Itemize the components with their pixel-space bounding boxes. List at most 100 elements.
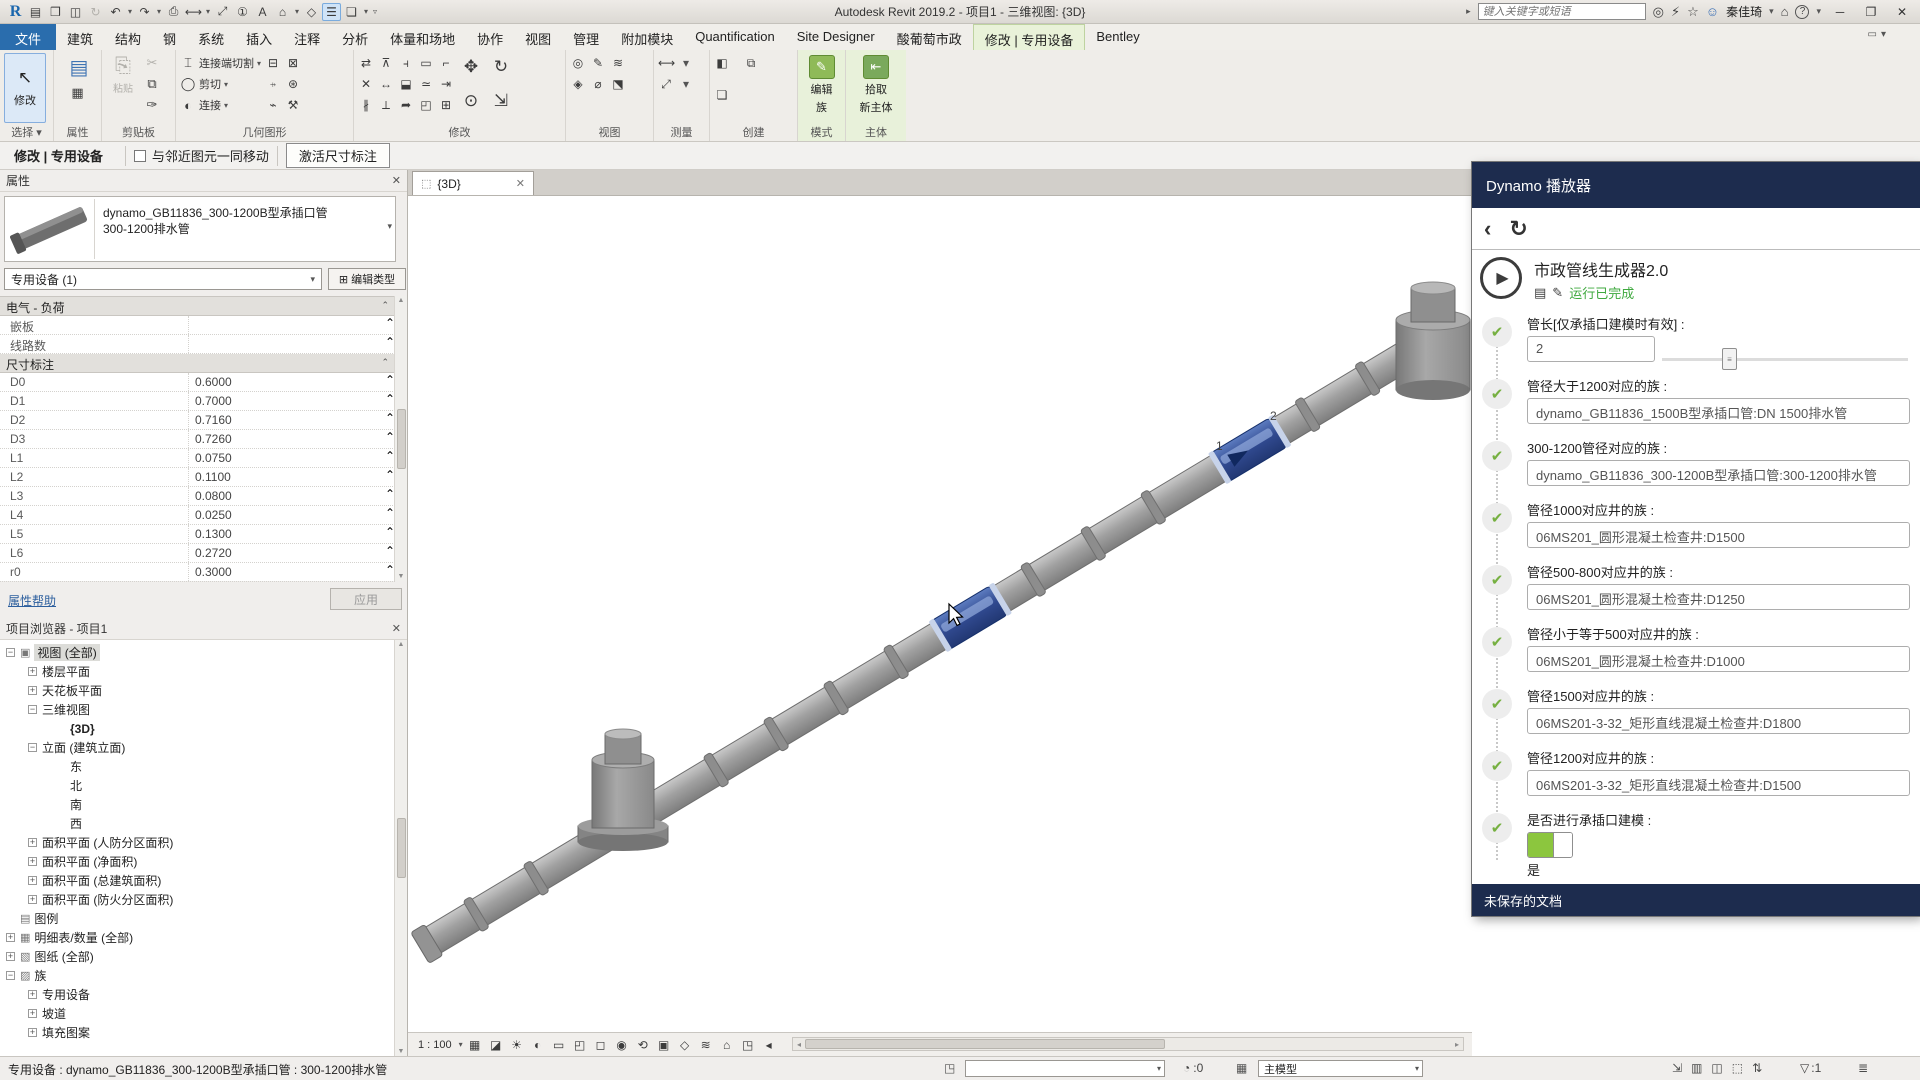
play-script-button[interactable]: ▶: [1480, 257, 1522, 299]
move-icon[interactable]: ✥: [459, 57, 483, 87]
minimize-button[interactable]: ─: [1828, 5, 1852, 19]
cut-icon[interactable]: ✂: [144, 55, 160, 71]
hscroll-left-icon[interactable]: ◂: [793, 1040, 805, 1049]
dim-caret-icon[interactable]: ▾: [678, 77, 694, 94]
parameter-value[interactable]: 0.7160: [189, 411, 385, 429]
tree-item[interactable]: − ▣ 视图 (全部): [0, 643, 395, 662]
user-icon[interactable]: ☺: [1706, 4, 1719, 19]
tree-expand-icon[interactable]: +: [28, 895, 37, 904]
manhole-upper[interactable]: [1396, 282, 1470, 400]
previous-pan-icon[interactable]: ◂: [760, 1036, 778, 1054]
type-selector-caret-icon[interactable]: ▾: [387, 221, 392, 232]
parameter-value[interactable]: 0.2720: [189, 544, 385, 562]
design-options-select[interactable]: 主模型 ▾: [1258, 1060, 1423, 1077]
tree-item[interactable]: + 面积平面 (净面积): [0, 852, 395, 871]
manhole-lower[interactable]: [578, 729, 668, 851]
pin-icon[interactable]: ⬓: [398, 77, 414, 94]
selected-pipe-segment-1[interactable]: [928, 582, 1012, 652]
offset-icon[interactable]: ⊼: [378, 56, 394, 73]
tree-expand-icon[interactable]: +: [28, 667, 37, 676]
ribbon-tab[interactable]: 注释: [283, 24, 331, 50]
mirror-axis-icon[interactable]: ⫞: [398, 56, 414, 73]
thin-lines-icon[interactable]: ☰: [322, 3, 341, 21]
tree-expand-icon[interactable]: +: [28, 686, 37, 695]
tree-expand-icon[interactable]: +: [6, 933, 15, 942]
properties-help-link[interactable]: 属性帮助: [8, 592, 56, 609]
beam-icon[interactable]: ⍆: [265, 77, 281, 94]
restore-button[interactable]: ❐: [1859, 5, 1883, 19]
displacement-icon[interactable]: ⌂: [718, 1036, 736, 1054]
editing-requests[interactable]: ◔ :0: [1183, 1061, 1203, 1075]
refresh-icon[interactable]: ↻: [1509, 219, 1527, 239]
dynamo-input-field[interactable]: 06MS201_圆形混凝土检查井:D1250: [1527, 584, 1910, 610]
tree-item[interactable]: − 立面 (建筑立面): [0, 738, 395, 757]
tree-item[interactable]: 西: [0, 814, 395, 833]
split-face-icon[interactable]: ⌁: [265, 98, 281, 115]
crop-region-icon[interactable]: ◰: [571, 1036, 589, 1054]
favorites-icon[interactable]: ☆: [1687, 4, 1699, 20]
create-similar-icon[interactable]: ⧉: [743, 56, 759, 84]
copy-move-icon[interactable]: ⊙: [459, 91, 483, 121]
tree-expand-icon[interactable]: +: [28, 838, 37, 847]
trim-corner-icon[interactable]: ⇲: [489, 91, 513, 121]
paint-icon[interactable]: ➦: [398, 98, 414, 115]
ribbon-tab[interactable]: 插入: [235, 24, 283, 50]
search-icon[interactable]: ◎: [1653, 4, 1664, 20]
scale-control[interactable]: 1 : 100: [414, 1039, 456, 1051]
pick-new-host-button[interactable]: ⇤ 拾取 新主体: [850, 53, 902, 126]
delete-icon[interactable]: ✕: [358, 77, 374, 94]
temp-view-properties-icon[interactable]: ▣: [655, 1036, 673, 1054]
unjoin-icon[interactable]: ⊛: [285, 77, 301, 94]
tree-item[interactable]: {3D}: [0, 719, 395, 738]
copy-icon[interactable]: ⧉: [144, 76, 160, 92]
ribbon-tab[interactable]: Site Designer: [786, 24, 886, 50]
tree-item[interactable]: + 专用设备: [0, 985, 395, 1004]
select-links-icon[interactable]: ⇲: [1672, 1061, 1682, 1075]
hscroll-thumb[interactable]: [805, 1039, 1165, 1049]
tree-item[interactable]: + 面积平面 (防火分区面积): [0, 890, 395, 909]
visual-style-icon[interactable]: ◪: [487, 1036, 505, 1054]
move-with-nearby-checkbox[interactable]: [134, 150, 146, 162]
tree-expand-icon[interactable]: −: [6, 971, 15, 980]
lock-3d-icon[interactable]: ◻: [592, 1036, 610, 1054]
close-button[interactable]: ✕: [1890, 5, 1914, 19]
split-icon[interactable]: ⌐: [438, 56, 454, 73]
tree-item[interactable]: ▤ 图例: [0, 909, 395, 928]
ribbon-tab[interactable]: 钢: [152, 24, 187, 50]
design-options-icon[interactable]: ▦: [1236, 1061, 1247, 1075]
parameter-value[interactable]: [189, 316, 385, 334]
tree-expand-icon[interactable]: +: [28, 1028, 37, 1037]
ribbon-tab[interactable]: 酸葡萄市政: [886, 24, 973, 50]
cope-icon[interactable]: ⊟: [265, 56, 281, 73]
redo-icon[interactable]: ↷: [135, 3, 154, 21]
properties-palette-icon[interactable]: ▤: [70, 55, 86, 80]
extend-icon[interactable]: ▭: [418, 56, 434, 73]
dynamo-input-field[interactable]: 2: [1527, 336, 1655, 362]
trim-icon[interactable]: ⇥: [438, 77, 454, 94]
parameter-value[interactable]: 0.0800: [189, 487, 385, 505]
crop-view-icon[interactable]: ▭: [550, 1036, 568, 1054]
temp-hide-isolate-icon[interactable]: ◉: [613, 1036, 631, 1054]
horizontal-scrollbar[interactable]: ◂ ▸: [792, 1037, 1464, 1051]
project-browser-close-icon[interactable]: ✕: [392, 622, 401, 635]
worksharing-display-icon[interactable]: ◳: [739, 1036, 757, 1054]
ribbon-tab[interactable]: 视图: [514, 24, 562, 50]
search-input[interactable]: [1478, 3, 1646, 20]
ribbon-tab[interactable]: 体量和场地: [379, 24, 466, 50]
dynamo-input-field[interactable]: 06MS201_圆形混凝土检查井:D1000: [1527, 646, 1910, 672]
parameter-value[interactable]: 0.6000: [189, 373, 385, 391]
default-3d-view-icon[interactable]: ⌂: [273, 3, 292, 21]
reveal-hidden-icon[interactable]: ⟲: [634, 1036, 652, 1054]
dynamo-input-field[interactable]: 06MS201-3-32_矩形直线混凝土检查井:D1800: [1527, 708, 1910, 734]
apply-button[interactable]: 应用: [330, 588, 402, 610]
browser-scrollbar[interactable]: ▲▼: [394, 640, 407, 1056]
ribbon-minimize-control[interactable]: ▭ ▾: [1868, 29, 1886, 40]
measure-icon[interactable]: ⟷: [184, 3, 203, 21]
3d-caret-icon[interactable]: ▾: [293, 3, 301, 21]
properties-close-icon[interactable]: ✕: [392, 174, 401, 187]
tree-expand-icon[interactable]: −: [6, 648, 15, 657]
tree-expand-icon[interactable]: +: [28, 990, 37, 999]
communication-center-icon[interactable]: ⚡: [1671, 4, 1680, 20]
lightbulb-icon[interactable]: ◎: [570, 56, 586, 73]
paste-icon[interactable]: ⎘: [115, 55, 131, 78]
